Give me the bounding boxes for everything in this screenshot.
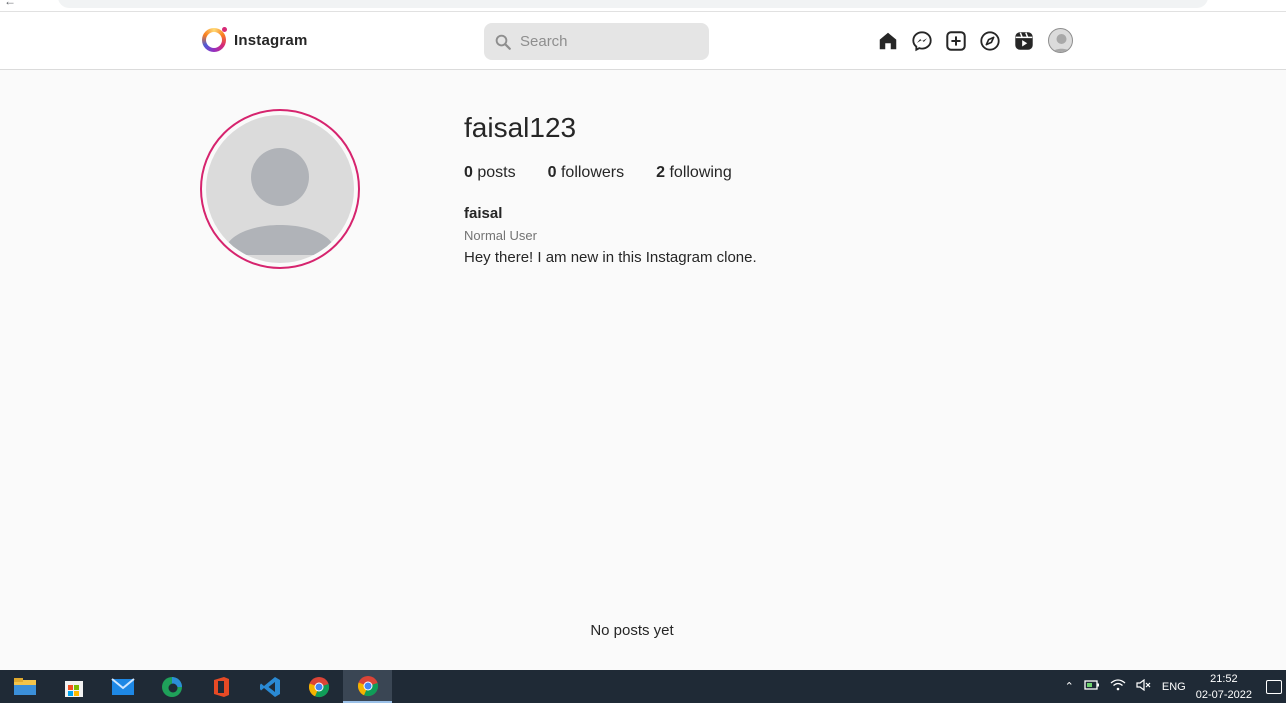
logo-text: Instagram bbox=[234, 31, 308, 49]
reels-icon[interactable] bbox=[1012, 29, 1036, 53]
followers-stat[interactable]: 0 followers bbox=[548, 164, 625, 182]
clock[interactable]: 21:52 02-07-2022 bbox=[1196, 671, 1252, 703]
posts-count: 0 bbox=[464, 164, 473, 181]
profile-bio: Hey there! I am new in this Instagram cl… bbox=[464, 249, 757, 266]
battery-icon[interactable] bbox=[1084, 679, 1100, 694]
volume-muted-icon[interactable] bbox=[1136, 678, 1152, 694]
profile-stats: 0 posts 0 followers 2 following bbox=[464, 164, 764, 182]
profile-full-name: faisal bbox=[464, 205, 503, 222]
instagram-logo[interactable]: Instagram bbox=[202, 27, 308, 52]
wifi-icon[interactable] bbox=[1110, 679, 1126, 694]
mail-icon[interactable] bbox=[98, 670, 147, 703]
explore-icon[interactable] bbox=[978, 29, 1002, 53]
os-taskbar: ⌃ ENG 21:52 02-07-2022 bbox=[0, 670, 1286, 703]
nav-icons bbox=[876, 28, 1073, 53]
posts-stat: 0 posts bbox=[464, 164, 516, 182]
followers-label: followers bbox=[560, 164, 625, 181]
add-post-icon[interactable] bbox=[944, 29, 968, 53]
chrome-active-icon[interactable] bbox=[343, 670, 392, 703]
posts-label: posts bbox=[477, 164, 516, 181]
no-posts-message: No posts yet bbox=[590, 622, 674, 639]
clock-date: 02-07-2022 bbox=[1195, 688, 1252, 701]
show-hidden-icons-chevron-icon[interactable]: ⌃ bbox=[1065, 680, 1074, 693]
messenger-icon[interactable] bbox=[910, 29, 934, 53]
system-tray: ⌃ ENG 21:52 02-07-2022 bbox=[1065, 670, 1286, 703]
search-box[interactable] bbox=[484, 23, 709, 60]
profile-picture bbox=[206, 115, 354, 263]
profile-user-type: Normal User bbox=[464, 228, 537, 243]
browser-address-bar[interactable] bbox=[58, 0, 1208, 8]
vscode-icon[interactable] bbox=[245, 670, 294, 703]
following-stat[interactable]: 2 following bbox=[656, 164, 732, 182]
clock-time: 21:52 bbox=[1210, 672, 1238, 685]
default-avatar-icon bbox=[224, 148, 336, 255]
profile-username: faisal123 bbox=[464, 112, 577, 143]
search-icon bbox=[495, 34, 511, 50]
chrome-icon[interactable] bbox=[294, 670, 343, 703]
office-icon[interactable] bbox=[196, 670, 245, 703]
microsoft-store-icon[interactable] bbox=[49, 670, 98, 703]
browser-toolbar: ← bbox=[0, 0, 1286, 12]
file-explorer-icon[interactable] bbox=[0, 670, 49, 703]
top-navbar: Instagram bbox=[0, 12, 1286, 70]
home-icon[interactable] bbox=[876, 29, 900, 53]
logo-dot bbox=[222, 27, 227, 32]
default-avatar-icon bbox=[1052, 34, 1071, 52]
edge-browser-icon[interactable] bbox=[147, 670, 196, 703]
browser-back-icon[interactable]: ← bbox=[4, 0, 16, 8]
profile-avatar[interactable] bbox=[1048, 28, 1073, 53]
language-indicator[interactable]: ENG bbox=[1162, 681, 1186, 693]
following-count: 2 bbox=[656, 164, 666, 181]
profile-picture-ring[interactable] bbox=[200, 109, 360, 269]
notification-center-icon[interactable] bbox=[1266, 679, 1282, 694]
following-label: following bbox=[669, 164, 732, 181]
followers-count: 0 bbox=[547, 164, 557, 181]
search-input[interactable] bbox=[520, 33, 700, 50]
